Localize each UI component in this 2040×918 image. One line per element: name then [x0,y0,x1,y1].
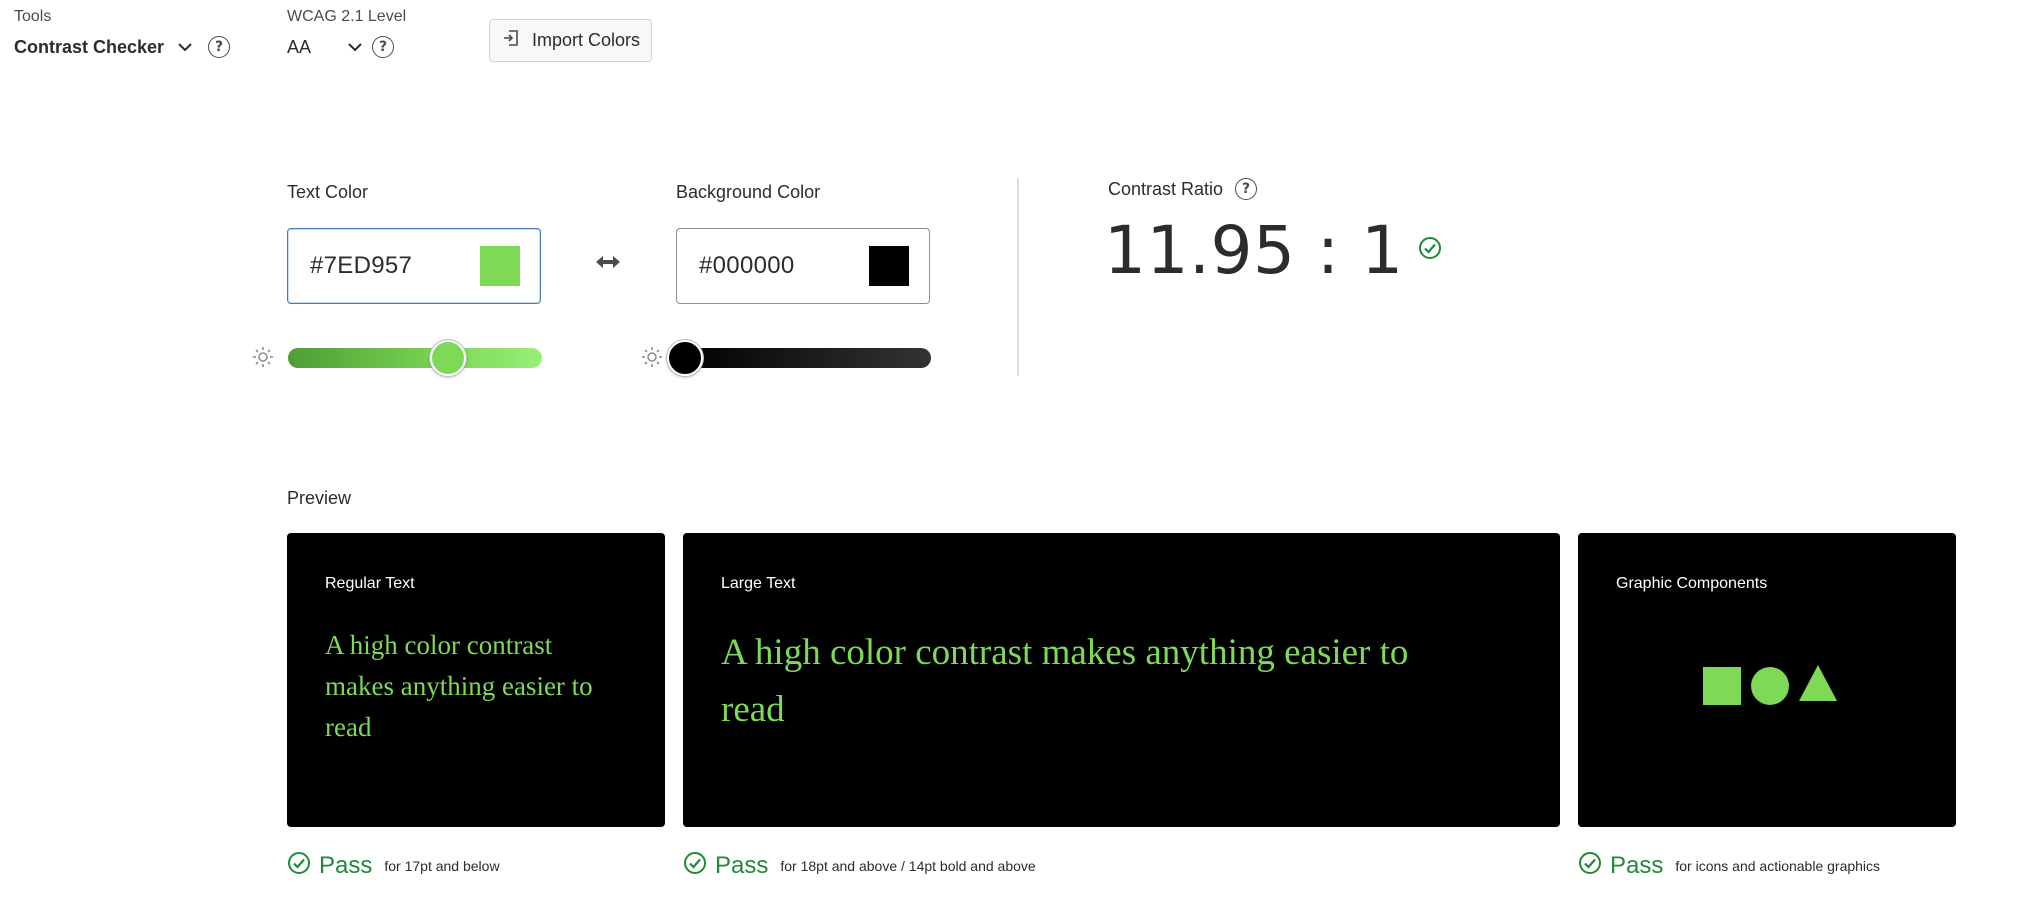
regular-text-pass: Pass [319,851,373,879]
divider [1017,178,1019,376]
graphic-components-card: Graphic Components [1578,533,1956,827]
graphic-components-result: Pass for icons and actionable graphics [1578,851,1880,880]
graphic-components-pass: Pass [1610,851,1664,879]
regular-text-note: for 17pt and below [384,857,500,874]
regular-text-sample: A high color contrast makes anything eas… [325,630,593,742]
tools-label: Tools [14,8,52,25]
chevron-down-icon[interactable] [174,36,196,58]
check-circle-icon [287,851,311,880]
tools-help-icon[interactable]: ? [208,36,231,58]
check-circle-icon [683,851,707,880]
preview-label: Preview [287,488,352,508]
import-icon [502,29,520,52]
text-color-field[interactable]: #7ED957 [287,228,541,304]
check-circle-icon [1418,236,1442,265]
background-color-swatch[interactable] [869,246,909,286]
text-brightness-thumb[interactable] [429,340,466,376]
swap-colors-icon[interactable] [594,250,622,279]
contrast-help-icon[interactable]: ? [1235,178,1258,200]
contrast-ratio-header: Contrast Ratio ? [1108,178,1258,200]
import-colors-button[interactable]: Import Colors [489,19,652,62]
brightness-icon [252,346,274,373]
regular-text-result: Pass for 17pt and below [287,851,500,880]
contrast-ratio-display: 11.95 : 1 [1104,212,1442,289]
tools-select-value: Contrast Checker [14,36,165,57]
triangle-shape-icon [1799,665,1837,706]
text-color-label: Text Color [287,182,369,202]
graphic-components-note: for icons and actionable graphics [1675,857,1881,874]
graphic-components-card-title: Graphic Components [1616,575,1768,592]
contrast-ratio-label: Contrast Ratio [1108,178,1224,199]
square-shape-icon [1703,666,1741,705]
large-text-card: Large Text A high color contrast makes a… [683,533,1560,827]
background-color-field[interactable]: #000000 [676,228,930,304]
chevron-down-icon[interactable] [344,36,366,58]
large-text-sample: A high color contrast makes anything eas… [721,632,1409,730]
background-color-label: Background Color [676,182,821,202]
check-circle-icon [1578,851,1602,880]
circle-shape-icon [1751,666,1789,705]
graphic-shapes [1703,665,1837,706]
background-brightness-slider[interactable] [677,348,931,368]
background-color-hex[interactable]: #000000 [699,252,795,280]
wcag-level-label: WCAG 2.1 Level [287,8,407,25]
large-text-result: Pass for 18pt and above / 14pt bold and … [683,851,1036,880]
large-text-card-title: Large Text [721,575,796,592]
regular-text-card: Regular Text A high color contrast makes… [287,533,665,827]
text-color-swatch[interactable] [480,246,520,286]
tools-select[interactable]: Contrast Checker ? [14,36,231,58]
brightness-icon [641,346,663,373]
text-color-hex[interactable]: #7ED957 [310,252,412,280]
text-brightness-slider[interactable] [288,348,542,368]
large-text-pass: Pass [715,851,769,879]
large-text-note: for 18pt and above / 14pt bold and above [780,857,1036,874]
contrast-ratio-value: 11.95 : 1 [1104,212,1404,289]
import-colors-label: Import Colors [532,30,641,50]
background-brightness-thumb[interactable] [667,340,703,376]
wcag-level-select[interactable]: AA ? [287,36,394,58]
wcag-help-icon[interactable]: ? [372,36,394,58]
wcag-level-value: AA [287,36,312,57]
regular-text-card-title: Regular Text [325,575,415,592]
